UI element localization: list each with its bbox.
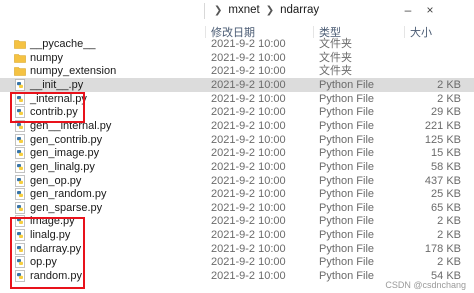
file-name: __init__.py bbox=[30, 78, 84, 91]
file-name: gen_image.py bbox=[30, 147, 100, 160]
file-row[interactable]: gen_linalg.py 2021-9-2 10:00 Python File 58… bbox=[0, 160, 474, 174]
file-date: 2021-9-2 10:00 bbox=[211, 160, 286, 173]
file-date: 2021-9-2 10:00 bbox=[211, 147, 286, 160]
file-size: 2 KB bbox=[437, 215, 461, 228]
file-row[interactable]: gen_contrib.py 2021-9-2 10:00 Python File 1… bbox=[0, 133, 474, 147]
file-size: 15 KB bbox=[431, 147, 461, 160]
folder-icon bbox=[14, 38, 26, 50]
file-size: 2 KB bbox=[437, 229, 461, 242]
file-date: 2021-9-2 10:00 bbox=[211, 229, 286, 242]
minimize-button[interactable]: – bbox=[398, 0, 418, 20]
file-type: Python File bbox=[319, 147, 375, 160]
file-size: 2 KB bbox=[437, 256, 461, 269]
file-date: 2021-9-2 10:00 bbox=[211, 133, 286, 146]
file-row[interactable]: __pycache__ 2021-9-2 10:00 文件夹 bbox=[0, 37, 474, 51]
python-file-icon bbox=[14, 79, 26, 91]
address-separator bbox=[204, 3, 205, 19]
address-bar: ❯ mxnet ❯ ndarray – × bbox=[0, 0, 474, 22]
file-date: 2021-9-2 10:00 bbox=[211, 65, 286, 78]
file-date: 2021-9-2 10:00 bbox=[211, 242, 286, 255]
file-date: 2021-9-2 10:00 bbox=[211, 174, 286, 187]
file-row[interactable]: __init__.py 2021-9-2 10:00 Python File 2 KB bbox=[0, 77, 474, 92]
file-row[interactable]: gen_image.py 2021-9-2 10:00 Python File 15 … bbox=[0, 146, 474, 160]
file-date: 2021-9-2 10:00 bbox=[211, 92, 286, 105]
file-row[interactable]: gen_op.py 2021-9-2 10:00 Python File 437 KB bbox=[0, 174, 474, 188]
file-name: gen_random.py bbox=[30, 188, 107, 201]
file-type: Python File bbox=[319, 242, 375, 255]
python-file-icon bbox=[14, 161, 26, 173]
file-row[interactable]: gen_random.py 2021-9-2 10:00 Python File 25… bbox=[0, 187, 474, 201]
file-type: Python File bbox=[319, 133, 375, 146]
file-name: numpy_extension bbox=[30, 65, 117, 78]
chevron-right-icon: ❯ bbox=[214, 4, 223, 16]
python-file-icon bbox=[14, 188, 26, 200]
python-file-icon bbox=[14, 147, 26, 159]
file-name: gen_op.py bbox=[30, 174, 82, 187]
file-size: 65 KB bbox=[431, 201, 461, 214]
file-type: Python File bbox=[319, 229, 375, 242]
file-date: 2021-9-2 10:00 bbox=[211, 78, 286, 91]
file-type: Python File bbox=[319, 119, 375, 132]
file-type: Python File bbox=[319, 201, 375, 214]
file-type: Python File bbox=[319, 160, 375, 173]
file-row[interactable]: numpy_extension 2021-9-2 10:00 文件夹 bbox=[0, 64, 474, 78]
file-size: 125 KB bbox=[424, 133, 461, 146]
folder-icon bbox=[14, 52, 26, 64]
file-type: 文件夹 bbox=[319, 38, 352, 50]
file-size: 58 KB bbox=[431, 160, 461, 173]
file-type: Python File bbox=[319, 92, 375, 105]
file-type: 文件夹 bbox=[319, 65, 352, 78]
file-name: gen_contrib.py bbox=[30, 133, 103, 146]
file-name: gen_sparse.py bbox=[30, 201, 103, 214]
file-name: __pycache__ bbox=[30, 38, 96, 50]
file-row[interactable]: gen_sparse.py 2021-9-2 10:00 Python File 65… bbox=[0, 201, 474, 215]
file-size: 2 KB bbox=[437, 78, 461, 91]
python-file-icon bbox=[14, 174, 26, 187]
python-file-icon bbox=[14, 133, 26, 146]
file-date: 2021-9-2 10:00 bbox=[211, 215, 286, 228]
file-type: Python File bbox=[319, 215, 375, 228]
python-file-icon bbox=[14, 201, 26, 214]
watermark: CSDN @csdnchang bbox=[385, 280, 466, 290]
file-date: 2021-9-2 10:00 bbox=[211, 201, 286, 214]
file-date: 2021-9-2 10:00 bbox=[211, 119, 286, 132]
file-size: 25 KB bbox=[431, 188, 461, 201]
file-date: 2021-9-2 10:00 bbox=[211, 51, 286, 64]
file-date: 2021-9-2 10:00 bbox=[211, 270, 286, 283]
file-type: Python File bbox=[319, 106, 375, 119]
file-date: 2021-9-2 10:00 bbox=[211, 188, 286, 201]
folder-icon bbox=[14, 65, 26, 77]
file-type: Python File bbox=[319, 78, 375, 91]
file-type: Python File bbox=[319, 270, 375, 283]
file-date: 2021-9-2 10:00 bbox=[211, 38, 286, 50]
file-size: 29 KB bbox=[431, 106, 461, 119]
breadcrumb-item-ndarray[interactable]: ndarray bbox=[280, 4, 319, 16]
file-date: 2021-9-2 10:00 bbox=[211, 256, 286, 269]
file-size: 178 KB bbox=[424, 242, 461, 255]
close-button[interactable]: × bbox=[420, 0, 440, 20]
file-size: 221 KB bbox=[424, 119, 461, 132]
file-type: Python File bbox=[319, 174, 375, 187]
chevron-right-icon: ❯ bbox=[265, 4, 275, 16]
highlight-box bbox=[10, 92, 85, 123]
file-type: Python File bbox=[319, 188, 375, 201]
breadcrumb[interactable]: ❯ mxnet ❯ ndarray bbox=[214, 4, 319, 16]
file-name: numpy bbox=[30, 51, 64, 64]
highlight-box bbox=[10, 217, 85, 289]
file-date: 2021-9-2 10:00 bbox=[211, 106, 286, 119]
file-type: Python File bbox=[319, 256, 375, 269]
file-name: gen_linalg.py bbox=[30, 160, 95, 173]
breadcrumb-item-mxnet[interactable]: mxnet bbox=[228, 4, 259, 16]
file-size: 2 KB bbox=[437, 92, 461, 105]
file-type: 文件夹 bbox=[319, 51, 352, 64]
file-row[interactable]: numpy 2021-9-2 10:00 文件夹 bbox=[0, 51, 474, 65]
file-size: 437 KB bbox=[424, 174, 461, 187]
